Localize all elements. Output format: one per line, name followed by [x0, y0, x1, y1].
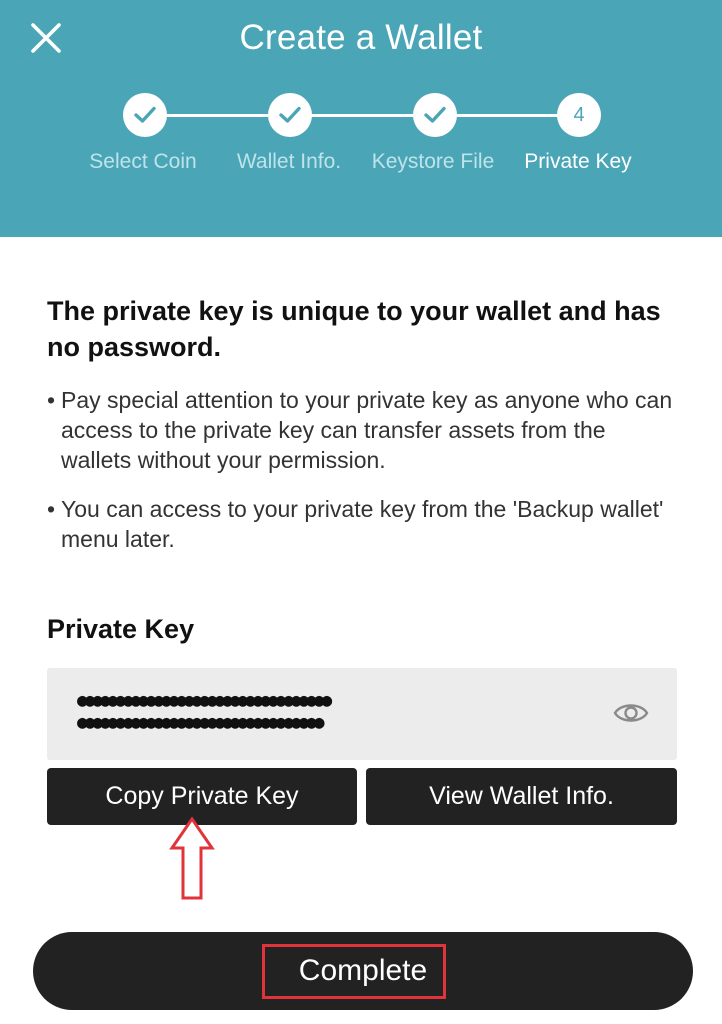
- bullet-item: Pay special attention to your private ke…: [47, 385, 677, 475]
- check-icon: [279, 106, 301, 123]
- check-icon: [134, 106, 156, 123]
- complete-button[interactable]: Complete: [33, 932, 693, 1010]
- step-4-marker: 4: [557, 93, 601, 137]
- step-label-private-key: Private Key: [524, 150, 632, 173]
- progress-stepper: 4 Select Coin Wallet Info. Keystore File…: [0, 90, 722, 190]
- private-key-masked-value: ●●●●●●●●●●●●●●●●●●●●●●●●●●●●●●●●● ●●●●●●●…: [77, 690, 577, 734]
- header-bar: Create a Wallet 4 Select Coin Wallet Inf…: [0, 0, 722, 237]
- step-2-marker: [268, 93, 312, 137]
- view-wallet-info-button[interactable]: View Wallet Info.: [366, 768, 677, 825]
- masked-line: ●●●●●●●●●●●●●●●●●●●●●●●●●●●●●●●●●: [77, 690, 332, 711]
- warning-headline: The private key is unique to your wallet…: [47, 296, 661, 362]
- private-key-field[interactable]: ●●●●●●●●●●●●●●●●●●●●●●●●●●●●●●●●● ●●●●●●●…: [47, 668, 677, 760]
- step-3-marker: [413, 93, 457, 137]
- step-connector: [310, 114, 413, 117]
- eye-icon: [613, 704, 649, 722]
- info-bullets: Pay special attention to your private ke…: [47, 385, 677, 554]
- info-section: The private key is unique to your wallet…: [47, 293, 677, 573]
- step-label-wallet-info: Wallet Info.: [236, 150, 342, 173]
- step-1-marker: [123, 93, 167, 137]
- page-title: Create a Wallet: [239, 18, 483, 57]
- bullet-item: You can access to your private key from …: [47, 494, 677, 554]
- reveal-key-button[interactable]: [613, 698, 649, 728]
- masked-line: ●●●●●●●●●●●●●●●●●●●●●●●●●●●●●●●●: [77, 712, 325, 733]
- step-label-select-coin: Select Coin: [89, 150, 197, 173]
- check-icon: [424, 106, 446, 123]
- step-label-keystore-file: Keystore File: [371, 150, 495, 173]
- arrow-up-icon: [169, 816, 215, 900]
- private-key-label: Private Key: [47, 614, 195, 644]
- step-number: 4: [573, 103, 585, 126]
- step-connector: [165, 114, 268, 117]
- step-connector: [455, 114, 558, 117]
